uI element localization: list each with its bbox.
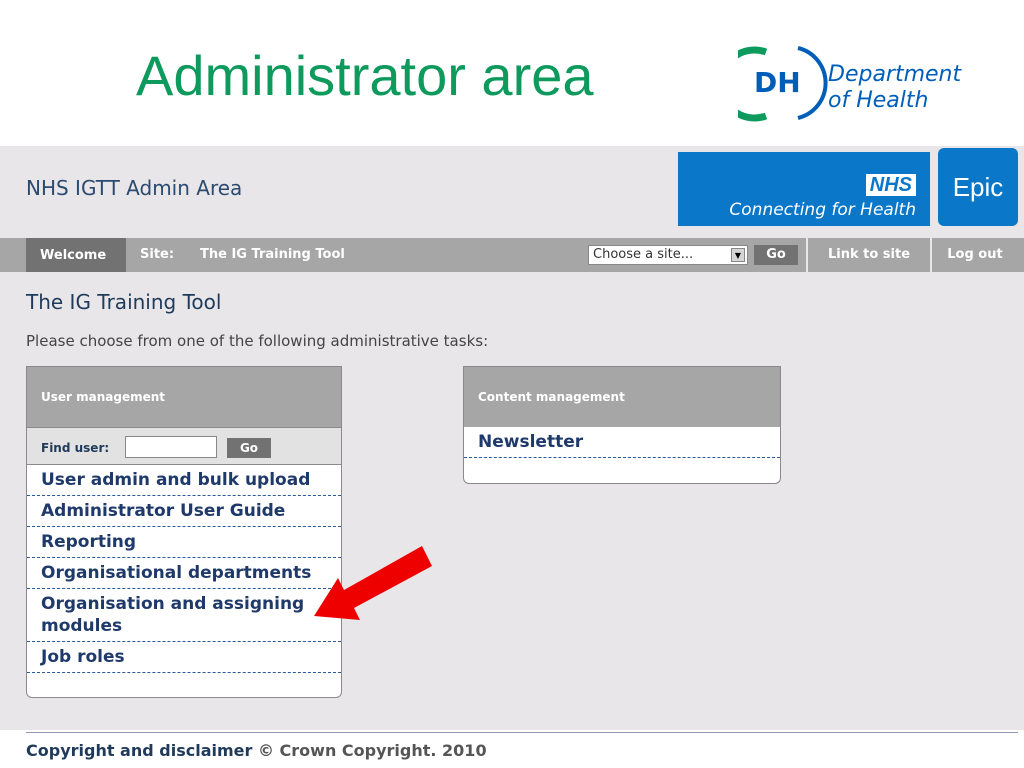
site-select[interactable]: Choose a site... ▼ bbox=[588, 245, 748, 265]
find-user-input[interactable] bbox=[125, 436, 217, 458]
site-select-value: Choose a site... bbox=[593, 247, 694, 262]
link-reporting[interactable]: Reporting bbox=[27, 527, 341, 558]
epic-logo: Epic bbox=[938, 148, 1018, 226]
link-administrator-user-guide[interactable]: Administrator User Guide bbox=[27, 496, 341, 527]
dh-name: Department of Health bbox=[828, 62, 961, 114]
dh-name-line1: Department bbox=[828, 62, 962, 87]
footer-divider bbox=[26, 732, 1018, 733]
link-newsletter[interactable]: Newsletter bbox=[464, 427, 780, 458]
instructions-text: Please choose from one of the following … bbox=[26, 332, 489, 350]
app-title: NHS IGTT Admin Area bbox=[26, 176, 243, 200]
nav-site-label: Site: bbox=[140, 247, 175, 262]
find-user-row: Find user: Go bbox=[27, 427, 341, 465]
nhs-tagline: Connecting for Health bbox=[729, 200, 916, 220]
dh-name-line2: of Health bbox=[828, 88, 929, 113]
content-management-panel: Content management Newsletter bbox=[463, 366, 781, 484]
nav-bar: Welcome Site: The IG Training Tool Choos… bbox=[0, 238, 1024, 272]
crown-copyright-text: © Crown Copyright. 2010 bbox=[257, 741, 487, 760]
user-management-heading: User management bbox=[27, 367, 341, 427]
content-management-heading: Content management bbox=[464, 367, 780, 427]
user-management-panel: User management Find user: Go User admin… bbox=[26, 366, 342, 698]
link-organisational-departments[interactable]: Organisational departments bbox=[27, 558, 341, 589]
site-go-button[interactable]: Go bbox=[754, 245, 798, 265]
link-to-site-button[interactable]: Link to site bbox=[806, 238, 930, 272]
copyright-disclaimer-link[interactable]: Copyright and disclaimer bbox=[26, 741, 252, 760]
nav-welcome-tab[interactable]: Welcome bbox=[26, 238, 126, 272]
chevron-down-icon[interactable]: ▼ bbox=[731, 248, 745, 262]
footer: Copyright and disclaimer © Crown Copyrig… bbox=[26, 741, 487, 760]
red-arrow-icon bbox=[314, 546, 432, 620]
link-job-roles[interactable]: Job roles bbox=[27, 642, 341, 673]
find-user-label: Find user: bbox=[41, 441, 110, 455]
link-organisation-assigning-modules[interactable]: Organisation and assigning modules bbox=[27, 589, 341, 642]
link-user-admin-bulk-upload[interactable]: User admin and bulk upload bbox=[27, 465, 341, 496]
nhs-cfh-banner: NHS Connecting for Health bbox=[678, 152, 930, 226]
nav-site-name: The IG Training Tool bbox=[200, 247, 345, 262]
section-title: The IG Training Tool bbox=[26, 290, 222, 314]
find-user-go-button[interactable]: Go bbox=[227, 438, 271, 458]
slide-title: Administrator area bbox=[136, 44, 594, 107]
log-out-button[interactable]: Log out bbox=[930, 238, 1018, 272]
dh-logo-text: DH bbox=[754, 66, 801, 99]
nhs-logo: NHS bbox=[865, 174, 916, 196]
